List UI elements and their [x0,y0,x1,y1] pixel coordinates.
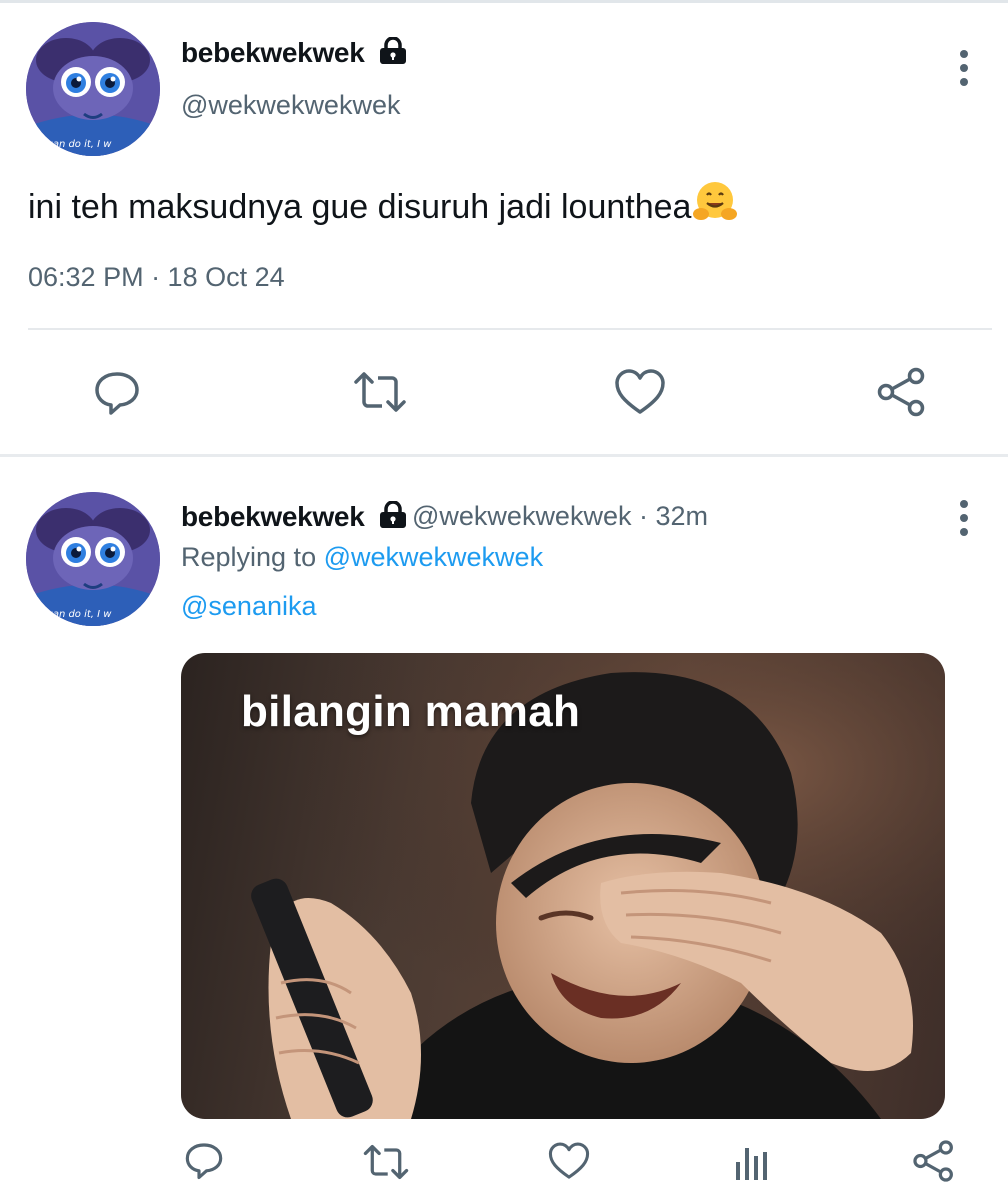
retweet-icon [363,1144,409,1180]
avatar-caption: w i can do it, I w [30,139,112,150]
hugging-face-emoji [693,182,738,220]
handle-and-time[interactable]: @wekwekwekwek · 32m [412,501,708,532]
avatar[interactable]: w i can do it, I w [26,492,160,626]
more-options-icon[interactable] [952,500,976,540]
reply-button[interactable] [93,368,141,416]
reply-icon [185,1143,223,1180]
views-icon [736,1148,767,1180]
display-name[interactable]: bebekwekwek [181,501,408,533]
more-options-icon[interactable] [952,50,976,90]
like-button[interactable] [548,1141,590,1181]
lock-icon [379,37,406,64]
media-caption: bilangin mamah [241,687,581,736]
replying-to-label: Replying to [181,542,317,572]
retweet-button[interactable] [352,370,408,414]
display-name[interactable]: bebekwekwek [181,37,408,69]
lock-icon [379,501,406,528]
display-name-text: bebekwekwek [181,501,365,532]
tweet-text-content: ini teh maksudnya gue disuruh jadi lount… [28,188,692,226]
tweet-text: ini teh maksudnya gue disuruh jadi lount… [28,180,738,227]
separator [28,328,992,330]
handle[interactable]: @wekwekwekwek [181,90,400,121]
main-tweet: w i can do it, I w bebekwekwek @wekwekwe… [0,0,1008,455]
replying-to-handle[interactable]: @wekwekwekwek [324,542,543,572]
views-button[interactable] [734,1142,770,1182]
share-icon [877,367,925,417]
like-icon [615,369,665,414]
retweet-button[interactable] [362,1143,410,1181]
replying-to: Replying to @wekwekwekwek [181,542,543,573]
tweet-media-image[interactable]: bilangin mamah [181,653,945,1119]
share-button[interactable] [912,1139,956,1183]
tweet-timestamp[interactable]: 06:32 PM · 18 Oct 24 [28,262,285,293]
reply-icon [95,372,139,415]
share-icon [913,1140,953,1182]
mention-link[interactable]: @senanika [181,591,317,622]
retweet-icon [354,372,406,412]
like-icon [548,1142,590,1179]
share-button[interactable] [876,366,928,418]
reply-button[interactable] [184,1140,224,1180]
avatar[interactable]: w i can do it, I w [26,22,160,156]
avatar-caption: w i can do it, I w [30,609,112,620]
display-name-text: bebekwekwek [181,37,365,68]
tweet-divider [0,454,1008,457]
like-button[interactable] [614,368,666,416]
